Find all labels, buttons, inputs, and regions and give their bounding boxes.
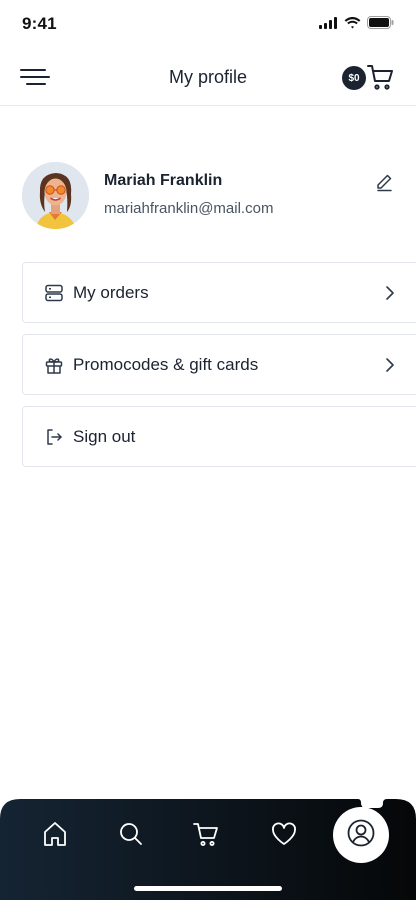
cart-icon [192,820,220,853]
menu-item-my-orders[interactable]: My orders [22,262,416,323]
home-icon [41,820,69,853]
header-cart-button[interactable]: $0 [342,63,396,93]
app-header: My profile $0 [0,48,416,106]
status-bar: 9:41 [0,0,416,48]
gift-icon [44,355,64,375]
signal-icon [319,16,338,34]
status-icons [319,16,394,34]
tab-cart[interactable] [188,819,224,853]
menu-item-label: Promocodes & gift cards [73,355,259,374]
tab-profile[interactable] [333,807,389,863]
heart-icon [270,821,298,852]
chevron-right-icon [383,355,397,375]
orders-icon [44,283,64,303]
home-indicator [134,886,282,891]
wifi-icon [344,16,361,34]
bottom-tab-bar [0,799,416,900]
profile-menu: My orders Promocodes & gift cards Sign o… [22,262,416,478]
user-icon [346,818,376,853]
pencil-icon[interactable] [374,172,394,192]
menu-item-label: My orders [73,283,149,302]
tab-favorites[interactable] [266,819,302,853]
status-time: 9:41 [22,14,57,33]
tab-search[interactable] [113,819,149,853]
menu-item-sign-out[interactable]: Sign out [22,406,416,467]
tab-home[interactable] [37,819,73,853]
sign-out-icon [44,427,64,447]
menu-item-promocodes[interactable]: Promocodes & gift cards [22,334,416,395]
profile-email: mariahfranklin@mail.com [104,200,274,217]
profile-name: Mariah Franklin [104,172,223,189]
avatar [22,162,89,229]
battery-icon [367,16,394,34]
search-icon [118,821,144,852]
profile-card: Mariah Franklin mariahfranklin@mail.com [22,160,396,230]
cart-badge: $0 [342,66,366,90]
chevron-right-icon [383,283,397,303]
cart-icon [366,63,394,96]
menu-item-label: Sign out [73,427,136,446]
